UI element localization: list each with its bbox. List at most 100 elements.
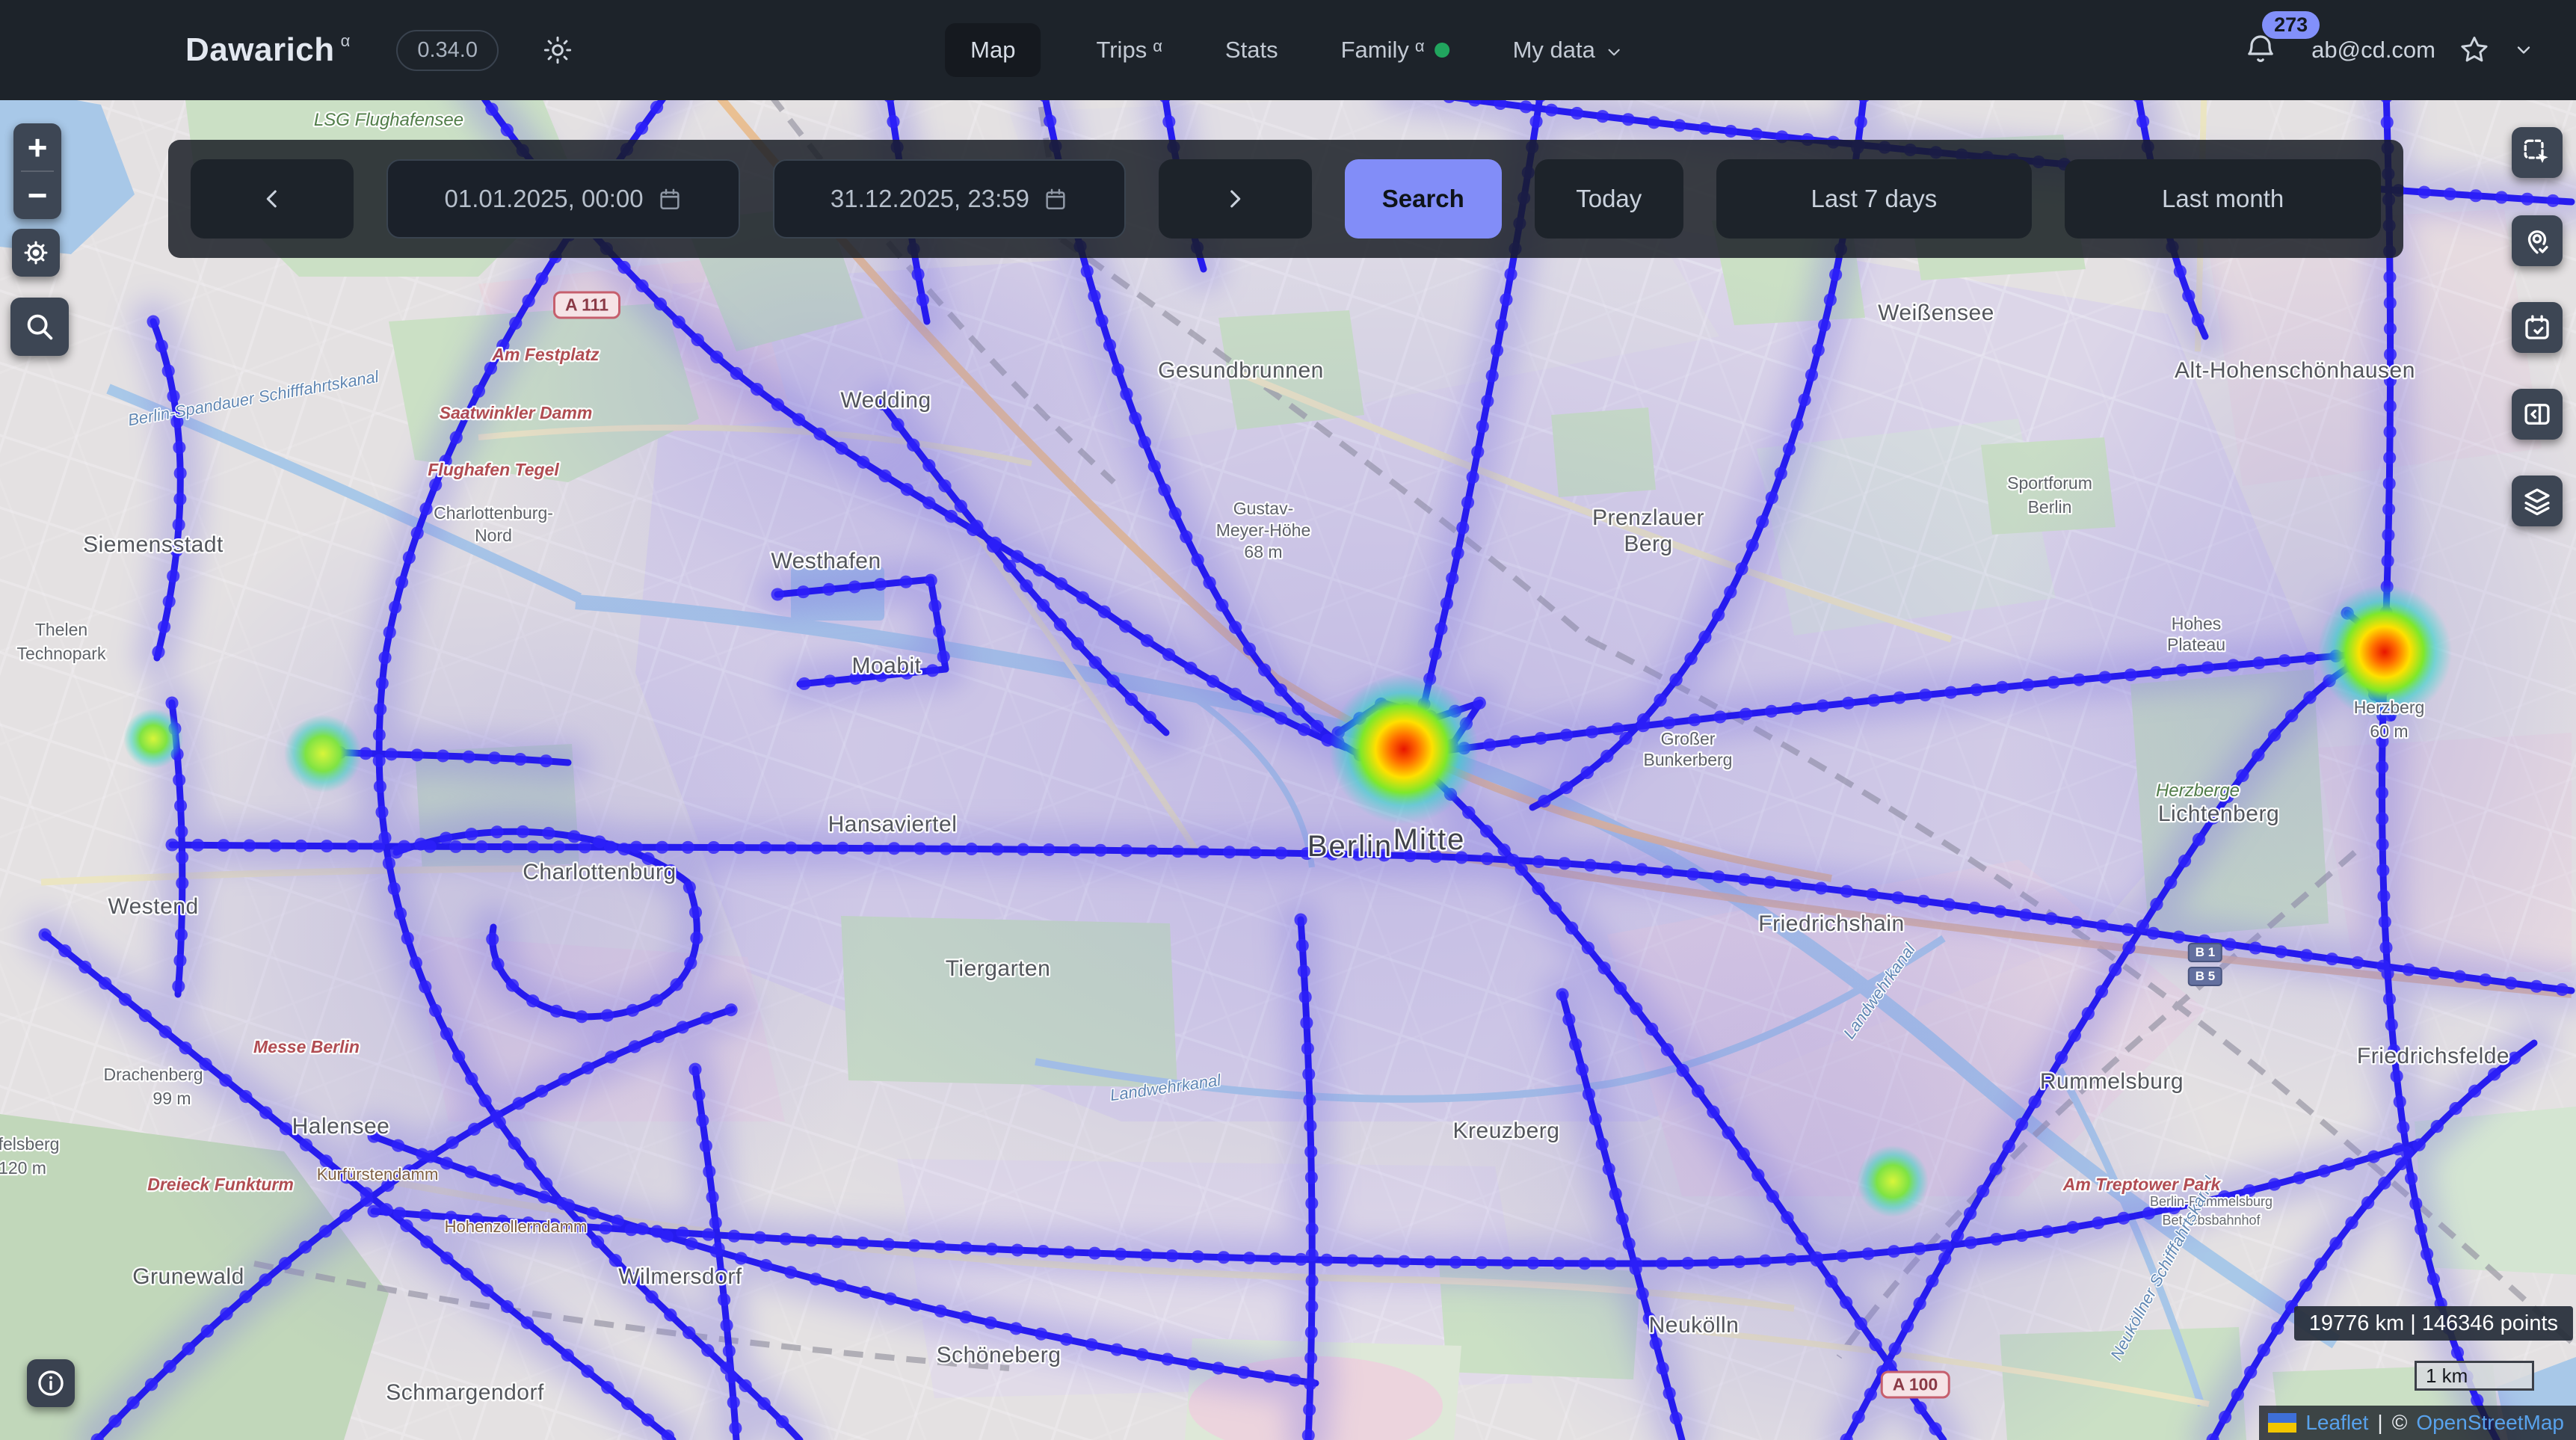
map-scale-control: 1 km <box>2415 1361 2534 1391</box>
map-label: Gustav- <box>1233 499 1294 518</box>
map-label: Hohenzollerndamm <box>445 1217 588 1236</box>
notifications-count-badge: 273 <box>2262 11 2320 39</box>
map-label: Gesundbrunnen <box>1158 358 1324 383</box>
user-menu-button[interactable] <box>2513 40 2534 61</box>
map-label: Thelen <box>35 620 87 639</box>
map-label: Hansaviertel <box>828 812 958 837</box>
map-label: Berg <box>1624 532 1672 556</box>
app-logo[interactable]: Dawarich α <box>185 31 350 69</box>
map-label: Moabit <box>851 653 921 678</box>
leaflet-link[interactable]: Leaflet <box>2305 1411 2368 1435</box>
family-alpha-sup: α <box>1415 37 1425 56</box>
zoom-out-button[interactable]: − <box>13 172 61 219</box>
theme-toggle[interactable] <box>542 34 573 66</box>
map-label: Flughafen Tegel <box>428 460 559 479</box>
area-select-icon <box>2521 137 2553 168</box>
calendar-check-icon <box>2521 312 2553 343</box>
nav-tab-map[interactable]: Map <box>945 23 1041 77</box>
main-nav: Map Tripsα Stats Familyα My data <box>945 23 1631 77</box>
search-button[interactable]: Search <box>1345 159 1502 239</box>
notifications-button[interactable]: 273 <box>2243 31 2278 70</box>
map-label: Messe Berlin <box>253 1037 360 1056</box>
map-label: Am Festplatz <box>491 345 600 364</box>
nav-tab-stats[interactable]: Stats <box>1218 23 1286 77</box>
app-name: Dawarich <box>185 31 335 69</box>
map-label: 68 m <box>1244 542 1282 561</box>
road-shield: A 100 <box>1881 1371 1950 1399</box>
map-label: Hohes <box>2172 614 2221 633</box>
last-7-days-button[interactable]: Last 7 days <box>1716 159 2033 239</box>
today-button[interactable]: Today <box>1535 159 1683 239</box>
sun-icon <box>542 34 573 66</box>
navbar-right: 273 ab@cd.com <box>2243 31 2534 70</box>
map-label: Prenzlauer <box>1592 505 1704 530</box>
layers-icon <box>2521 485 2553 517</box>
map-settings-button[interactable] <box>12 229 60 277</box>
nav-tab-trips[interactable]: Tripsα <box>1088 23 1169 77</box>
ukraine-flag-icon <box>2268 1413 2296 1433</box>
star-icon <box>2458 34 2491 67</box>
map-label: Dreieck Funkturm <box>147 1175 294 1194</box>
map-label: Mitte <box>1393 823 1466 856</box>
map-info-button[interactable] <box>27 1359 75 1407</box>
map-label: Sportforum <box>2007 473 2092 493</box>
distance-points-stats: 19776 km | 146346 points <box>2294 1306 2573 1341</box>
map-label: Berlin <box>1307 830 1393 863</box>
chevron-left-icon <box>259 186 285 212</box>
visited-places-button[interactable] <box>2512 215 2563 266</box>
map-search-button[interactable] <box>10 298 69 356</box>
end-date-input[interactable]: 31.12.2025, 23:59 <box>773 159 1126 239</box>
map-label: Am Treptower Park <box>2062 1175 2222 1194</box>
area-selection-button[interactable] <box>2512 127 2563 178</box>
zoom-control: + − <box>13 123 61 219</box>
calendar-icon <box>1043 186 1068 212</box>
nav-tab-my-data[interactable]: My data <box>1506 23 1631 77</box>
map-label: Schöneberg <box>937 1343 1061 1367</box>
nav-tab-family[interactable]: Familyα <box>1334 23 1458 77</box>
family-status-dot <box>1435 43 1450 58</box>
map-label: 99 m <box>152 1089 191 1108</box>
trips-alpha-sup: α <box>1153 37 1162 56</box>
calendar-panel-button[interactable] <box>2512 302 2563 353</box>
map-label: Westhafen <box>771 549 881 573</box>
map-label: Charlottenburg <box>523 860 676 884</box>
map-label: Lichtenberg <box>2158 801 2279 826</box>
map-label: Technopark <box>17 644 106 663</box>
layers-button[interactable] <box>2512 476 2563 526</box>
map-label: Herzberge <box>2156 781 2240 801</box>
map-label: Herzberg <box>2354 698 2425 717</box>
road-shield: A 111 <box>553 292 620 319</box>
info-icon <box>35 1367 67 1399</box>
favorites-button[interactable] <box>2458 34 2491 67</box>
last-month-button[interactable]: Last month <box>2065 159 2381 239</box>
collapse-panel-button[interactable] <box>2512 389 2563 440</box>
gear-icon <box>19 236 52 269</box>
prev-range-button[interactable] <box>191 159 354 239</box>
map-label: 60 m <box>2370 721 2408 741</box>
magnifier-icon <box>22 310 57 344</box>
map-label: Berlin <box>2028 497 2072 517</box>
next-range-button[interactable] <box>1159 159 1311 239</box>
map-label: Tiergarten <box>946 956 1051 981</box>
map-label: Alt-Hohenschönhausen <box>2175 358 2415 383</box>
road-shield: B 5 <box>2188 967 2222 986</box>
chevron-down-icon <box>2513 40 2534 61</box>
map-label: Halensee <box>292 1114 390 1139</box>
chevron-right-icon <box>1222 186 1248 212</box>
map-label: Meyer-Höhe <box>1216 520 1311 540</box>
map-label: Grunewald <box>132 1264 244 1289</box>
calendar-icon <box>657 186 682 212</box>
version-badge: 0.34.0 <box>396 30 499 71</box>
osm-link[interactable]: OpenStreetMap <box>2416 1411 2564 1435</box>
map-label: Friedrichshain <box>1758 911 1904 936</box>
navbar: Dawarich α 0.34.0 Map Tripsα Stats Famil… <box>0 0 2576 100</box>
map-label: Siemensstadt <box>83 532 224 557</box>
app-alpha-sup: α <box>341 31 351 51</box>
map-label: Saatwinkler Damm <box>440 403 593 422</box>
map-label: Plateau <box>2167 635 2225 654</box>
collapse-panel-icon <box>2521 399 2553 430</box>
map-label: Rummelsburg <box>2040 1069 2184 1094</box>
start-date-input[interactable]: 01.01.2025, 00:00 <box>386 159 739 239</box>
chevron-down-icon <box>1604 43 1624 62</box>
zoom-in-button[interactable]: + <box>13 123 61 170</box>
